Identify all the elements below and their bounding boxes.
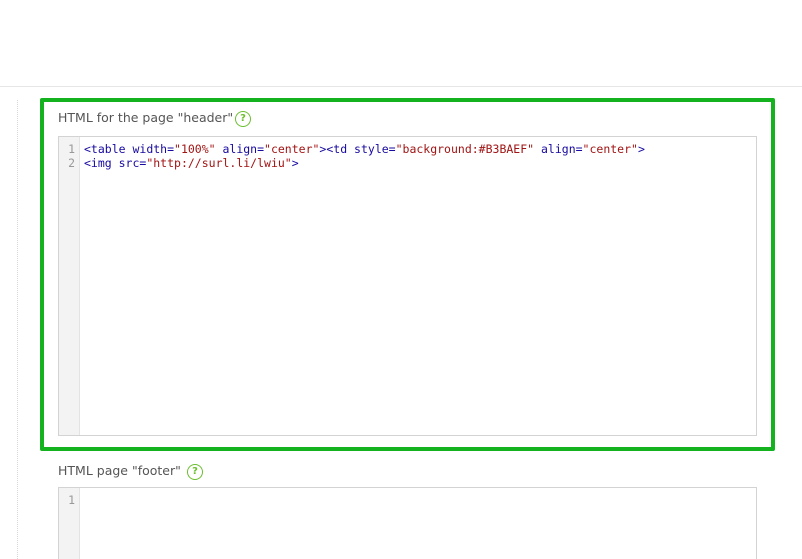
footer-editor-gutter: 1 — [59, 488, 80, 559]
code-token-attr: align= — [534, 142, 583, 156]
left-dotted-rule — [17, 100, 18, 559]
code-token-string: "center" — [582, 142, 638, 156]
code-token-string: "center" — [264, 142, 320, 156]
code-token-attr: src= — [111, 156, 147, 170]
header-editor-gutter: 1 2 — [59, 137, 80, 435]
code-token-string: "http://surl.li/lwiu" — [146, 156, 292, 170]
code-token-tag: <table — [84, 142, 126, 156]
line-number: 2 — [68, 156, 75, 170]
code-token-string: "background:#B3BAEF" — [395, 142, 535, 156]
top-divider — [0, 86, 802, 87]
code-token-string: "100%" — [174, 142, 216, 156]
footer-code-editor[interactable]: 1 — [58, 487, 757, 559]
footer-field-label: HTML page "footer" — [58, 463, 181, 478]
code-line-1[interactable]: <table width="100%" align="center"><td s… — [84, 142, 645, 156]
line-number: 1 — [68, 493, 75, 507]
help-circle-icon[interactable]: ? — [187, 464, 203, 480]
code-token-attr: align= — [215, 142, 265, 156]
code-line-2[interactable]: <img src="http://surl.li/lwiu"> — [84, 156, 299, 170]
code-token-tag: > — [637, 142, 645, 156]
code-token-attr: width= — [125, 142, 175, 156]
page: HTML for the page "header" ? 1 2 <table … — [0, 0, 802, 559]
code-token-attr: style= — [347, 142, 396, 156]
header-field-label: HTML for the page "header" — [58, 110, 234, 125]
header-code-editor[interactable]: 1 2 <table width="100%" align="center"><… — [58, 136, 757, 436]
code-token-tag: > — [291, 156, 299, 170]
code-token-tag: <img — [84, 156, 112, 170]
help-circle-icon[interactable]: ? — [235, 111, 251, 127]
line-number: 1 — [68, 142, 75, 156]
code-token-tag: ><td — [319, 142, 348, 156]
